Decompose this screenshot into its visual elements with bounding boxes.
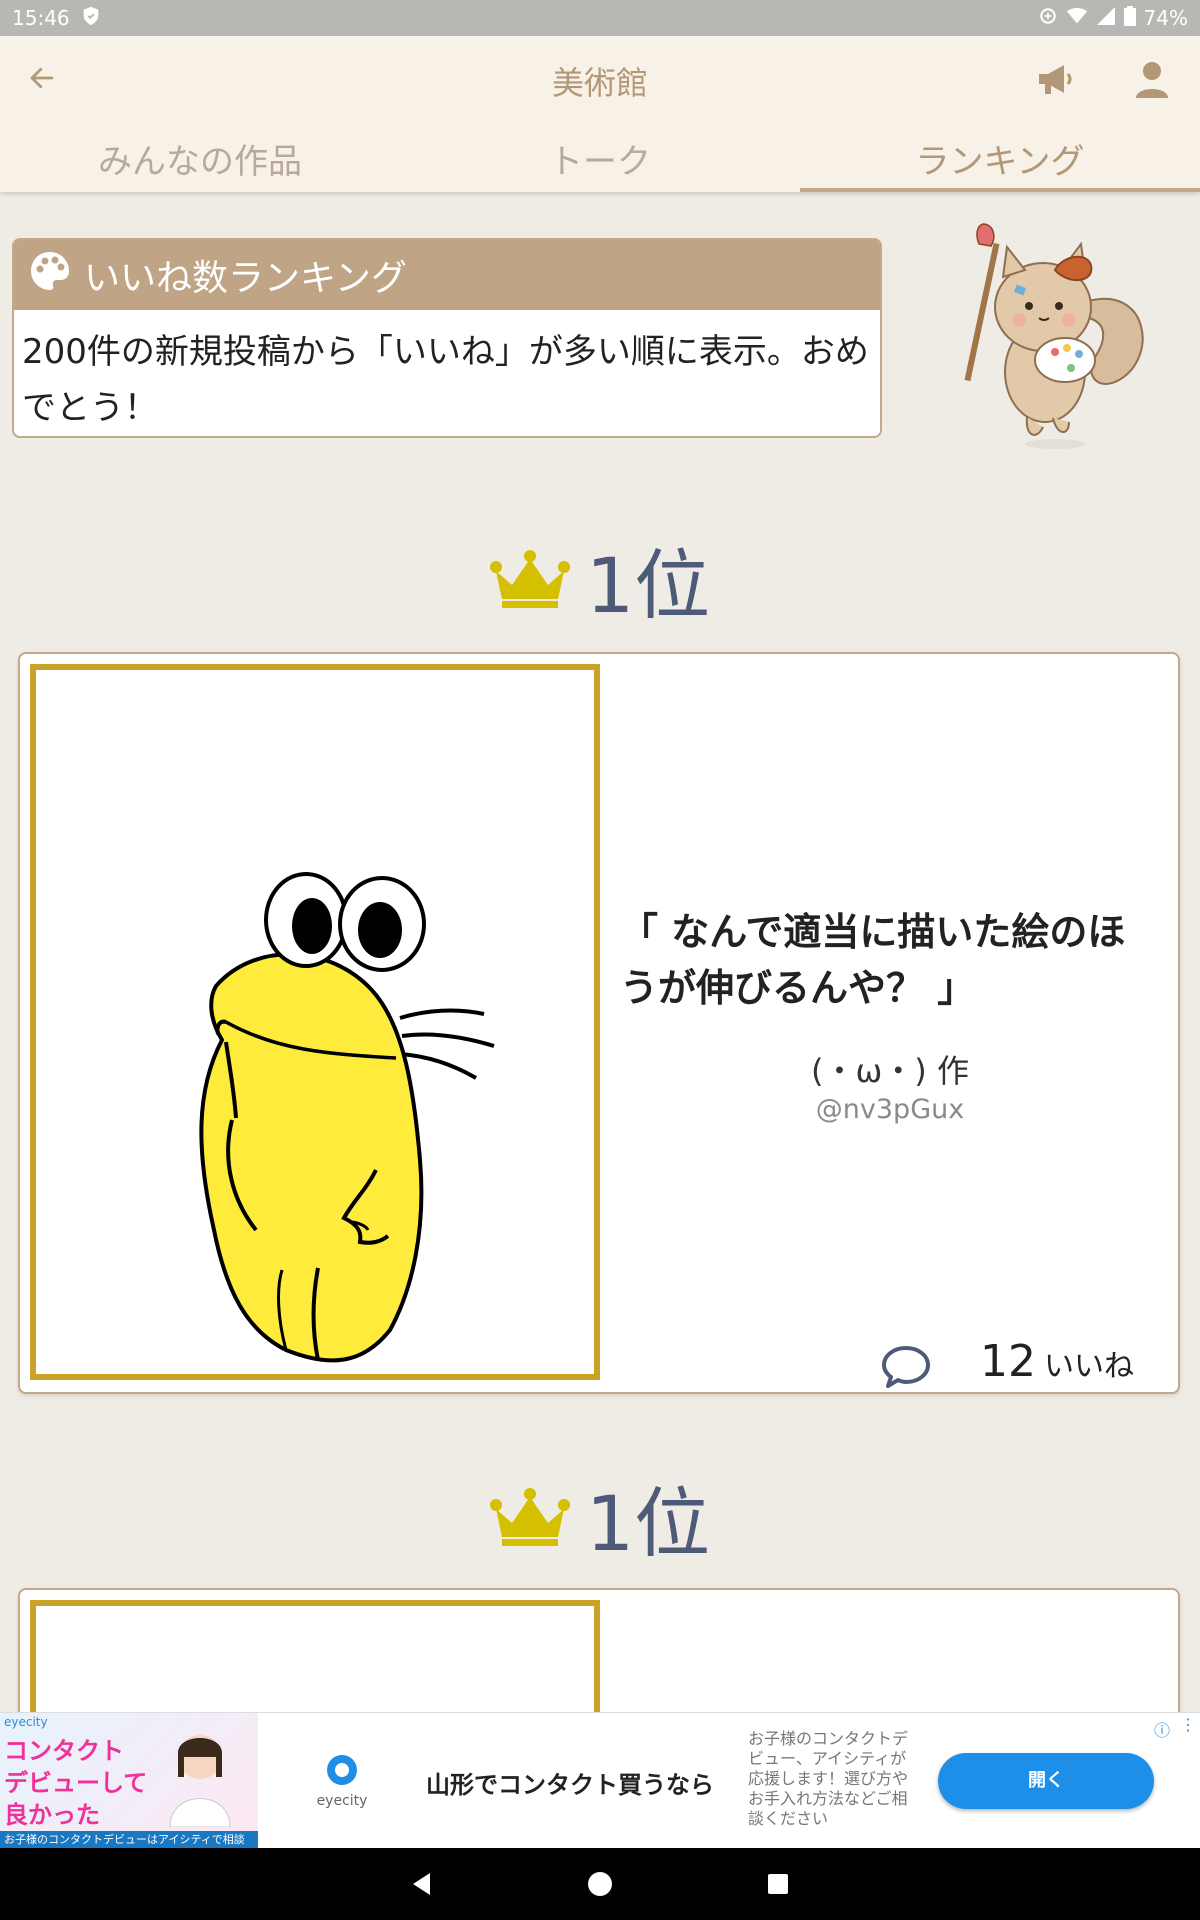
ranking-card[interactable]: 「 なんで適当に描いた絵のほうが伸びるんや？ 」 (・ω・) 作 @nv3pGu… bbox=[18, 652, 1180, 1394]
announcement-button[interactable] bbox=[1030, 54, 1082, 106]
ad-image[interactable]: eyecity コンタクト デビューして 良かった お子様のコンタクトデビューは… bbox=[0, 1713, 258, 1849]
megaphone-icon bbox=[1039, 65, 1072, 94]
ranking-info-card: いいね数ランキング 200件の新規投稿から「いいね」が多い順に表示。おめでとう！ bbox=[12, 238, 882, 438]
comment-button[interactable] bbox=[880, 1344, 932, 1390]
home-circle-icon[interactable] bbox=[586, 1870, 614, 1898]
artwork-frame[interactable] bbox=[30, 664, 600, 1380]
squirrel-painter-mascot bbox=[935, 222, 1165, 454]
work-handle[interactable]: @nv3pGux bbox=[620, 1094, 1160, 1125]
ad-image-headline-3: 良かった bbox=[4, 1801, 100, 1829]
tab-talk[interactable]: トーク bbox=[400, 132, 800, 192]
ad-menu-icon[interactable]: ⋮ bbox=[1180, 1715, 1196, 1734]
rank-heading-1: 1位 bbox=[0, 524, 1200, 634]
recents-square-icon[interactable] bbox=[764, 1870, 792, 1898]
signal-icon bbox=[1096, 6, 1116, 31]
ranking-info-header: いいね数ランキング bbox=[14, 240, 880, 310]
ad-logo[interactable]: eyecity bbox=[312, 1753, 372, 1809]
ad-logo-name: eyecity bbox=[316, 1793, 368, 1809]
comment-icon bbox=[882, 1346, 930, 1388]
ranking-info-description: 200件の新規投稿から「いいね」が多い順に表示。おめでとう！ bbox=[22, 332, 869, 428]
rank-heading-2: 1位 bbox=[0, 1462, 1200, 1572]
profile-button[interactable] bbox=[1126, 54, 1178, 106]
work-author[interactable]: (・ω・) 作 bbox=[620, 1046, 1160, 1092]
ranking-info-title: いいね数ランキング bbox=[84, 258, 407, 299]
rank-label: 1位 bbox=[585, 1479, 711, 1568]
battery-icon bbox=[1123, 5, 1136, 31]
shield-icon bbox=[80, 5, 102, 32]
ad-image-footer: お子様のコンタクトデビューはアイシティで相談 bbox=[0, 1831, 258, 1849]
person-icon bbox=[1136, 62, 1168, 98]
likes-unit: いいね bbox=[1044, 1349, 1134, 1384]
back-triangle-icon[interactable] bbox=[408, 1870, 436, 1898]
ad-headline[interactable]: 山形でコンタクト買うなら bbox=[426, 1765, 714, 1800]
artwork-image bbox=[199, 872, 495, 1363]
status-time: 15:46 bbox=[12, 6, 70, 30]
wifi-icon bbox=[1066, 6, 1088, 31]
likes-count[interactable]: 12 いいね bbox=[980, 1336, 1134, 1387]
ad-image-headline-2: デビューして bbox=[4, 1769, 148, 1797]
page-title: 美術館 bbox=[551, 64, 648, 102]
crown-icon bbox=[489, 1488, 570, 1546]
crown-icon bbox=[489, 550, 570, 608]
battery-percent: 74% bbox=[1143, 6, 1188, 30]
work-title[interactable]: 「 なんで適当に描いた絵のほうが伸びるんや？ 」 bbox=[620, 904, 1160, 1016]
palette-icon bbox=[28, 249, 72, 302]
tab-ranking[interactable]: ランキング bbox=[800, 132, 1200, 192]
ad-body: お子様のコンタクトデビュー、アイシティが応援します！選び方やお手入れ方法などご相… bbox=[748, 1729, 909, 1828]
ad-image-headline-1: コンタクト bbox=[4, 1737, 124, 1765]
ad-girl-illustration bbox=[150, 1727, 250, 1831]
status-bar: 15:46 74% bbox=[0, 0, 1200, 36]
tab-bar: みんなの作品 トーク ランキング bbox=[0, 132, 1200, 192]
ad-banner[interactable]: eyecity コンタクト デビューして 良かった お子様のコンタクトデビューは… bbox=[0, 1712, 1200, 1849]
app-header: 美術館 みんなの作品 トーク ランキング bbox=[0, 36, 1200, 192]
rank-label: 1位 bbox=[585, 541, 711, 630]
data-saver-icon bbox=[1038, 6, 1058, 31]
ad-image-brand: eyecity bbox=[4, 1715, 48, 1729]
likes-number: 12 bbox=[980, 1336, 1036, 1387]
ad-info-icon[interactable]: ⓘ bbox=[1154, 1717, 1170, 1741]
ad-open-button[interactable]: 開く bbox=[938, 1753, 1154, 1809]
tab-everyone-works[interactable]: みんなの作品 bbox=[0, 132, 400, 192]
eyecity-logo-icon bbox=[327, 1755, 357, 1785]
system-nav-bar bbox=[0, 1848, 1200, 1920]
